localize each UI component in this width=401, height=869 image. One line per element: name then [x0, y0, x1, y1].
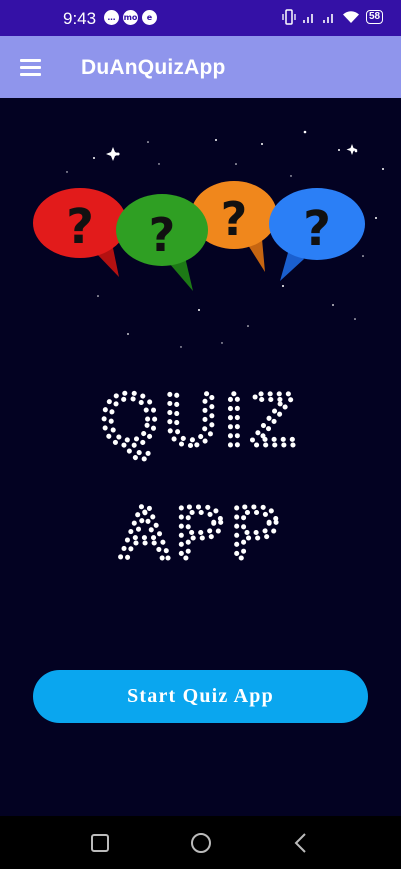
quiz-app-title-art: QUIZ APP [98, 376, 302, 574]
start-quiz-button[interactable]: Start Quiz App [33, 670, 368, 723]
status-notification-icons: … mo e [104, 10, 157, 25]
vibrate-icon [282, 9, 296, 25]
messenger-icon: … [104, 10, 119, 25]
question-mark-icon: ? [149, 208, 176, 262]
recents-square-icon[interactable] [86, 829, 114, 857]
app-bar: DuAnQuizApp [0, 36, 401, 98]
app-icon: e [142, 10, 157, 25]
blue-question-bubble: ? [269, 188, 365, 281]
system-navigation-bar [0, 816, 401, 869]
red-question-bubble: ? [33, 188, 127, 277]
wifi-icon [343, 11, 359, 23]
question-mark-icon: ? [66, 199, 94, 255]
battery-indicator: 58 [366, 10, 384, 24]
question-mark-icon: ? [221, 192, 248, 246]
hamburger-menu-icon[interactable] [14, 51, 48, 83]
back-triangle-icon[interactable] [287, 829, 315, 857]
home-circle-icon[interactable] [187, 829, 215, 857]
title-art-line1: QUIZ [101, 378, 302, 461]
main-content: ? ? ? ? QUIZ APP Start Quiz App [0, 98, 401, 816]
status-bar: 9:43 … mo e 58 [0, 0, 401, 36]
momo-icon: mo [123, 10, 138, 25]
question-mark-icon: ? [303, 201, 331, 257]
signal-icon-2 [323, 14, 333, 23]
status-time: 9:43 [63, 9, 97, 28]
title-art-line2: APP [120, 491, 286, 573]
app-title: DuAnQuizApp [81, 56, 226, 79]
signal-icon [303, 14, 313, 23]
green-question-bubble: ? [116, 194, 208, 291]
status-system-icons: 58 [282, 9, 384, 25]
quiz-bubbles-illustration: ? ? ? ? [33, 130, 384, 348]
